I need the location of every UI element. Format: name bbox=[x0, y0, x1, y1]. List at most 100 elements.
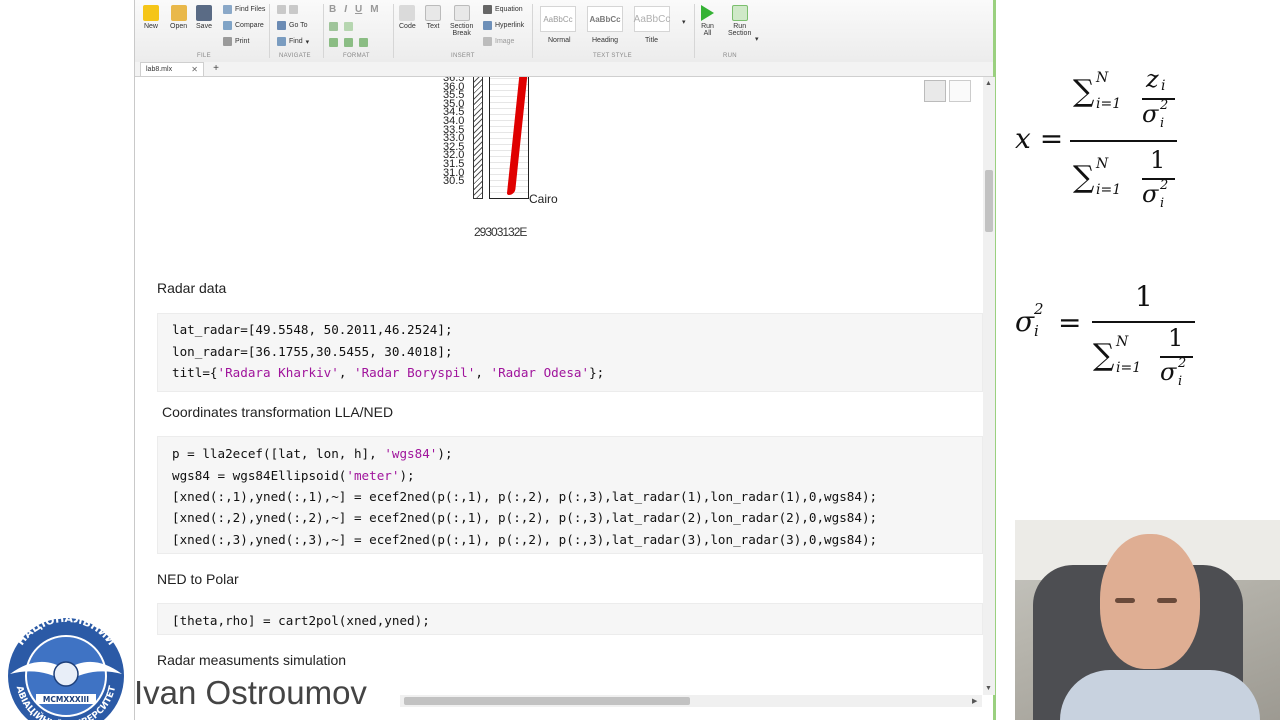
sum-upper: N bbox=[1096, 70, 1109, 86]
run-all-button[interactable]: Run All bbox=[701, 5, 714, 37]
code-block-radar-data[interactable]: lat_radar=[49.5548, 50.2011,46.2524]; lo… bbox=[157, 313, 983, 392]
bold-button[interactable]: B bbox=[329, 4, 336, 15]
group-divider bbox=[393, 4, 394, 58]
run-section-dropdown[interactable]: ▾ bbox=[755, 35, 759, 43]
percent-icon[interactable] bbox=[329, 22, 338, 31]
open-button[interactable]: Open bbox=[170, 5, 187, 30]
sigma-sup: 2 bbox=[1178, 356, 1187, 371]
sum-upper: N bbox=[1096, 156, 1109, 172]
compare-icon bbox=[223, 21, 232, 30]
run-section-button[interactable]: Run Section bbox=[728, 5, 751, 37]
underline-button[interactable]: U bbox=[355, 4, 362, 15]
style-normal-label: Normal bbox=[548, 37, 571, 44]
monospace-button[interactable]: M bbox=[370, 4, 378, 15]
presenter-webcam bbox=[1015, 520, 1280, 720]
insert-code-button[interactable]: Code bbox=[399, 5, 416, 30]
output-inline-view-button[interactable] bbox=[924, 80, 946, 102]
group-divider bbox=[694, 4, 695, 58]
print-icon bbox=[223, 37, 232, 46]
hyperlink-button[interactable]: Hyperlink bbox=[483, 21, 524, 30]
code-icon bbox=[399, 5, 416, 21]
code-line: [theta,rho] = cart2pol(xned,yned); bbox=[172, 613, 430, 628]
sigma-sup: 2 bbox=[1160, 178, 1169, 193]
scroll-up-icon[interactable]: ▲ bbox=[985, 80, 992, 87]
live-script-document: 36.5 36.0 35.5 35.0 34.5 34.0 33.5 33.0 32.5 32.0… bbox=[135, 77, 983, 695]
plot-frame-outer bbox=[473, 77, 483, 199]
output-right-view-button[interactable] bbox=[949, 80, 971, 102]
style-gallery-dropdown[interactable]: ▾ bbox=[682, 18, 686, 26]
sum-lower: i=1 bbox=[1096, 96, 1122, 112]
group-label-text-style: TEXT STYLE bbox=[593, 53, 632, 59]
map-plot-output: 36.5 36.0 35.5 35.0 34.5 34.0 33.5 33.0 32.5 32.0… bbox=[425, 77, 625, 247]
chevron-down-icon: ▾ bbox=[682, 19, 686, 26]
italic-button[interactable]: I bbox=[344, 4, 347, 15]
close-icon[interactable]: ✕ bbox=[191, 65, 198, 74]
logo-year: MCMXXXIII bbox=[43, 695, 89, 704]
find-files-button[interactable]: Find Files bbox=[223, 5, 265, 14]
style-title-preview[interactable]: AaBbCc bbox=[634, 6, 670, 32]
group-label-file: FILE bbox=[197, 53, 211, 59]
sum-lower: i=1 bbox=[1116, 360, 1142, 376]
format-icon[interactable] bbox=[344, 22, 353, 31]
emblem-icon: НАЦІОНАЛЬНИЙ АВІАЦІЙНИЙ УНІВЕРСИТЕТ MCMX… bbox=[8, 612, 124, 725]
image-button[interactable]: Image bbox=[483, 37, 514, 46]
sigma-sub: i bbox=[1178, 374, 1183, 389]
compare-button[interactable]: Compare bbox=[223, 21, 264, 30]
group-divider bbox=[532, 4, 533, 58]
lhs-sup: 2 bbox=[1034, 300, 1044, 318]
code-line: [xned(:,1),yned(:,1),~] = ecef2ned(p(:,1… bbox=[172, 489, 878, 504]
print-button[interactable]: Print bbox=[223, 37, 249, 46]
nav-back-button[interactable] bbox=[277, 5, 298, 14]
align-center-icon[interactable] bbox=[344, 38, 353, 47]
format-row-3 bbox=[329, 38, 368, 47]
vertical-scrollbar-thumb[interactable] bbox=[985, 170, 993, 232]
style-heading-label: Heading bbox=[592, 37, 619, 44]
tab-bar bbox=[135, 62, 993, 77]
equation-button[interactable]: Equation bbox=[483, 5, 523, 14]
save-button[interactable]: Save bbox=[196, 5, 212, 30]
section-break-button[interactable]: Section Break bbox=[450, 5, 473, 37]
section-heading-transform: Coordinates transformation LLA/NED bbox=[162, 404, 394, 420]
add-tab-button[interactable]: + bbox=[208, 63, 224, 75]
code-line: titl={'Radara Kharkiv', 'Radar Boryspil'… bbox=[172, 365, 605, 380]
chevron-down-icon: ▾ bbox=[755, 36, 759, 43]
sigma-sub: i bbox=[1160, 116, 1165, 131]
align-left-icon[interactable] bbox=[329, 38, 338, 47]
code-block-ned-polar[interactable]: [theta,rho] = cart2pol(xned,yned); bbox=[157, 603, 983, 635]
style-normal-preview[interactable]: AaBbCc bbox=[540, 6, 576, 32]
webcam-eye-left bbox=[1115, 598, 1135, 603]
sum-symbol: ∑ bbox=[1093, 338, 1115, 373]
sigma-sup: 2 bbox=[1160, 98, 1169, 113]
format-row-2 bbox=[329, 22, 353, 31]
insert-text-button[interactable]: Text bbox=[425, 5, 441, 30]
align-right-icon[interactable] bbox=[359, 38, 368, 47]
go-to-button[interactable]: Go To bbox=[277, 21, 308, 30]
formula-weighted-mean: x = ∑ N i=1 z i σ 2 i ∑ N i=1 1 σ 2 i bbox=[1010, 60, 1210, 230]
webcam-shirt bbox=[1060, 670, 1260, 720]
tab-lab8[interactable]: lab8.mlx ✕ bbox=[140, 62, 204, 76]
group-label-insert: INSERT bbox=[451, 53, 475, 59]
find-button[interactable]: Find ▾ bbox=[277, 37, 309, 46]
inner-numerator-one: 1 bbox=[1168, 324, 1184, 352]
section-break-icon bbox=[453, 5, 470, 21]
city-label-cairo: Cairo bbox=[529, 192, 558, 206]
code-line: lon_radar=[36.1755,30.5455, 30.4018]; bbox=[172, 344, 453, 359]
sum-symbol: ∑ bbox=[1073, 160, 1095, 195]
university-logo: НАЦІОНАЛЬНИЙ АВІАЦІЙНИЙ УНІВЕРСИТЕТ MCMX… bbox=[0, 612, 132, 725]
code-line: lat_radar=[49.5548, 50.2011,46.2524]; bbox=[172, 322, 453, 337]
sum-lower: i=1 bbox=[1096, 182, 1122, 198]
find-files-icon bbox=[223, 5, 232, 14]
horizontal-scrollbar-thumb[interactable] bbox=[404, 697, 690, 705]
group-label-run: RUN bbox=[723, 53, 737, 59]
code-block-transform[interactable]: p = lla2ecef([lat, lon, h], 'wgs84'); wg… bbox=[157, 436, 983, 554]
run-section-icon bbox=[731, 5, 748, 21]
formula-lhs: x = bbox=[1015, 122, 1064, 155]
scroll-down-icon[interactable]: ▼ bbox=[985, 685, 992, 692]
y-tick-label: 30.5 bbox=[443, 175, 465, 188]
group-divider bbox=[269, 4, 270, 58]
style-heading-preview[interactable]: AaBbCc bbox=[587, 6, 623, 32]
sum-upper: N bbox=[1116, 334, 1129, 350]
sigma-symbol: σ bbox=[1160, 358, 1177, 386]
new-button[interactable]: New bbox=[143, 5, 159, 30]
scroll-right-icon[interactable]: ▶ bbox=[972, 697, 977, 705]
